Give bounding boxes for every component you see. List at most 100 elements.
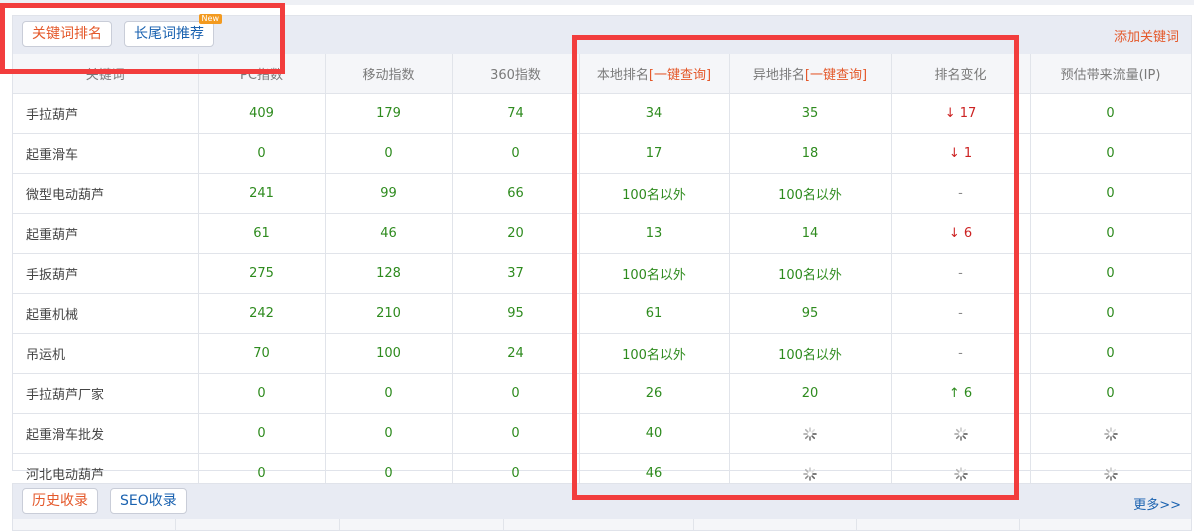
keyword-cell: 吊运机 bbox=[13, 333, 199, 374]
col-local-rank: 本地排名[一键查询] bbox=[579, 54, 730, 94]
top-strip bbox=[0, 0, 1194, 5]
table-row: 起重葫芦 61 46 20 13 14 ↓ 60 bbox=[13, 213, 1192, 254]
arrow-down-icon: ↓ bbox=[944, 106, 956, 121]
table-row: 起重滑车 0 0 0 17 18 ↓ 10 bbox=[13, 133, 1192, 174]
panel2-divider bbox=[1019, 519, 1020, 530]
col-pc-index[interactable]: PC指数 bbox=[198, 54, 326, 94]
col-360-index[interactable]: 360指数 bbox=[452, 54, 580, 94]
more-link[interactable]: 更多>> bbox=[1133, 494, 1181, 513]
index-record-panel: 历史收录 SEO收录 更多>> bbox=[12, 483, 1192, 531]
mobile-index-cell: 100 bbox=[325, 333, 453, 374]
traffic-cell: 0 bbox=[1030, 133, 1192, 174]
keyword-rank-table: 关键词 PC指数 移动指数 360指数 本地排名[一键查询] 异地排名[一键查询… bbox=[13, 54, 1192, 494]
remote-rank-cell: 20 bbox=[729, 373, 892, 414]
remote-one-click-query-link[interactable]: [一键查询] bbox=[805, 68, 867, 83]
loading-spinner-icon bbox=[803, 426, 817, 441]
tab-longtail-recommend[interactable]: 长尾词推荐 New bbox=[124, 14, 222, 47]
traffic-cell bbox=[1030, 413, 1192, 454]
col-mobile-index[interactable]: 移动指数 bbox=[325, 54, 453, 94]
mobile-index-cell: 0 bbox=[325, 373, 453, 414]
arrow-up-icon: ↑ bbox=[948, 386, 960, 401]
mobile-index-cell: 46 bbox=[325, 213, 453, 254]
rank-change-cell bbox=[891, 413, 1031, 454]
table-row: 手拉葫芦厂家 0 0 0 26 20 ↑ 60 bbox=[13, 373, 1192, 414]
index-360-cell: 20 bbox=[452, 213, 580, 254]
pc-index-cell: 0 bbox=[198, 413, 326, 454]
index-360-cell: 24 bbox=[452, 333, 580, 374]
arrow-down-icon: ↓ bbox=[948, 226, 960, 241]
panel2-divider bbox=[693, 519, 694, 530]
rank-change-cell: - bbox=[891, 333, 1031, 374]
loading-spinner-icon bbox=[953, 426, 968, 441]
tab-longtail-label: 长尾词推荐 bbox=[134, 26, 204, 42]
new-badge: New bbox=[198, 14, 222, 24]
traffic-cell: 0 bbox=[1030, 173, 1192, 214]
keyword-cell: 微型电动葫芦 bbox=[13, 173, 199, 214]
no-change-dash: - bbox=[958, 306, 963, 321]
col-local-rank-label: 本地排名 bbox=[596, 68, 649, 83]
traffic-cell: 0 bbox=[1030, 293, 1192, 334]
col-keyword[interactable]: 关键词 bbox=[13, 54, 199, 94]
table-row: 手拉葫芦 409 179 74 34 35 ↓ 17 0 bbox=[13, 93, 1192, 134]
rank-change-cell: ↓ 1 bbox=[891, 133, 1031, 174]
index-360-cell: 66 bbox=[452, 173, 580, 214]
col-remote-rank: 异地排名[一键查询] bbox=[729, 54, 892, 94]
mobile-index-cell: 210 bbox=[325, 293, 453, 334]
tab-keyword-rank[interactable]: 关键词排名 bbox=[22, 21, 112, 47]
add-keyword-link[interactable]: 添加关键词 bbox=[1114, 26, 1179, 45]
traffic-cell: 0 bbox=[1030, 373, 1192, 414]
no-change-dash: - bbox=[958, 346, 963, 361]
table-row: 手扳葫芦 275 128 37 100名以外 100名以外 -0 bbox=[13, 253, 1192, 294]
col-rank-change[interactable]: 排名变化 bbox=[891, 54, 1031, 94]
pc-index-cell: 275 bbox=[198, 253, 326, 294]
table-row: 起重机械 242 210 95 61 95-0 bbox=[13, 293, 1192, 334]
local-rank-cell: 26 bbox=[579, 373, 730, 414]
local-rank-cell: 40 bbox=[579, 413, 730, 454]
pc-index-cell: 0 bbox=[198, 133, 326, 174]
rank-change-cell: ↑ 6 bbox=[891, 373, 1031, 414]
remote-rank-cell: 18 bbox=[729, 133, 892, 174]
loading-spinner-icon bbox=[953, 466, 968, 481]
local-rank-cell: 100名以外 bbox=[579, 173, 730, 214]
index-360-cell: 95 bbox=[452, 293, 580, 334]
tab-seo-record[interactable]: SEO收录 bbox=[110, 488, 187, 514]
col-traffic[interactable]: 预估带来流量(IP) bbox=[1030, 54, 1192, 94]
table-row: 微型电动葫芦 241 99 66 100名以外 100名以外 -0 bbox=[13, 173, 1192, 214]
panel-header: 关键词排名 长尾词推荐 New 添加关键词 bbox=[13, 14, 1191, 54]
local-rank-cell: 17 bbox=[579, 133, 730, 174]
index-360-cell: 0 bbox=[452, 373, 580, 414]
remote-rank-cell bbox=[729, 413, 892, 454]
keyword-cell: 起重葫芦 bbox=[13, 213, 199, 254]
pc-index-cell: 241 bbox=[198, 173, 326, 214]
traffic-cell: 0 bbox=[1030, 333, 1192, 374]
pc-index-cell: 409 bbox=[198, 93, 326, 134]
traffic-cell: 0 bbox=[1030, 93, 1192, 134]
pc-index-cell: 70 bbox=[198, 333, 326, 374]
index-360-cell: 74 bbox=[452, 93, 580, 134]
remote-rank-cell: 95 bbox=[729, 293, 892, 334]
local-one-click-query-link[interactable]: [一键查询] bbox=[649, 68, 711, 83]
keyword-rank-panel: 关键词排名 长尾词推荐 New 添加关键词 关键词 PC指数 移动指数 360指… bbox=[12, 14, 1192, 494]
arrow-down-icon: ↓ bbox=[948, 146, 960, 161]
local-rank-cell: 100名以外 bbox=[579, 333, 730, 374]
local-rank-cell: 13 bbox=[579, 213, 730, 254]
rank-change-cell: ↓ 6 bbox=[891, 213, 1031, 254]
pc-index-cell: 0 bbox=[198, 373, 326, 414]
panel2-divider bbox=[856, 519, 857, 530]
local-rank-cell: 100名以外 bbox=[579, 253, 730, 294]
panel2-header: 历史收录 SEO收录 更多>> bbox=[13, 484, 1191, 519]
keyword-cell: 手扳葫芦 bbox=[13, 253, 199, 294]
rank-change-value: 1 bbox=[963, 146, 973, 161]
remote-rank-cell: 35 bbox=[729, 93, 892, 134]
mobile-index-cell: 99 bbox=[325, 173, 453, 214]
rank-change-cell: ↓ 17 bbox=[891, 93, 1031, 134]
local-rank-cell: 34 bbox=[579, 93, 730, 134]
col-remote-rank-label: 异地排名 bbox=[752, 68, 805, 83]
tab-history-record[interactable]: 历史收录 bbox=[22, 488, 98, 514]
mobile-index-cell: 179 bbox=[325, 93, 453, 134]
index-360-cell: 0 bbox=[452, 133, 580, 174]
loading-spinner-icon bbox=[1103, 426, 1118, 441]
remote-rank-cell: 100名以外 bbox=[729, 253, 892, 294]
panel2-subheader bbox=[13, 519, 1191, 530]
no-change-dash: - bbox=[958, 186, 963, 201]
